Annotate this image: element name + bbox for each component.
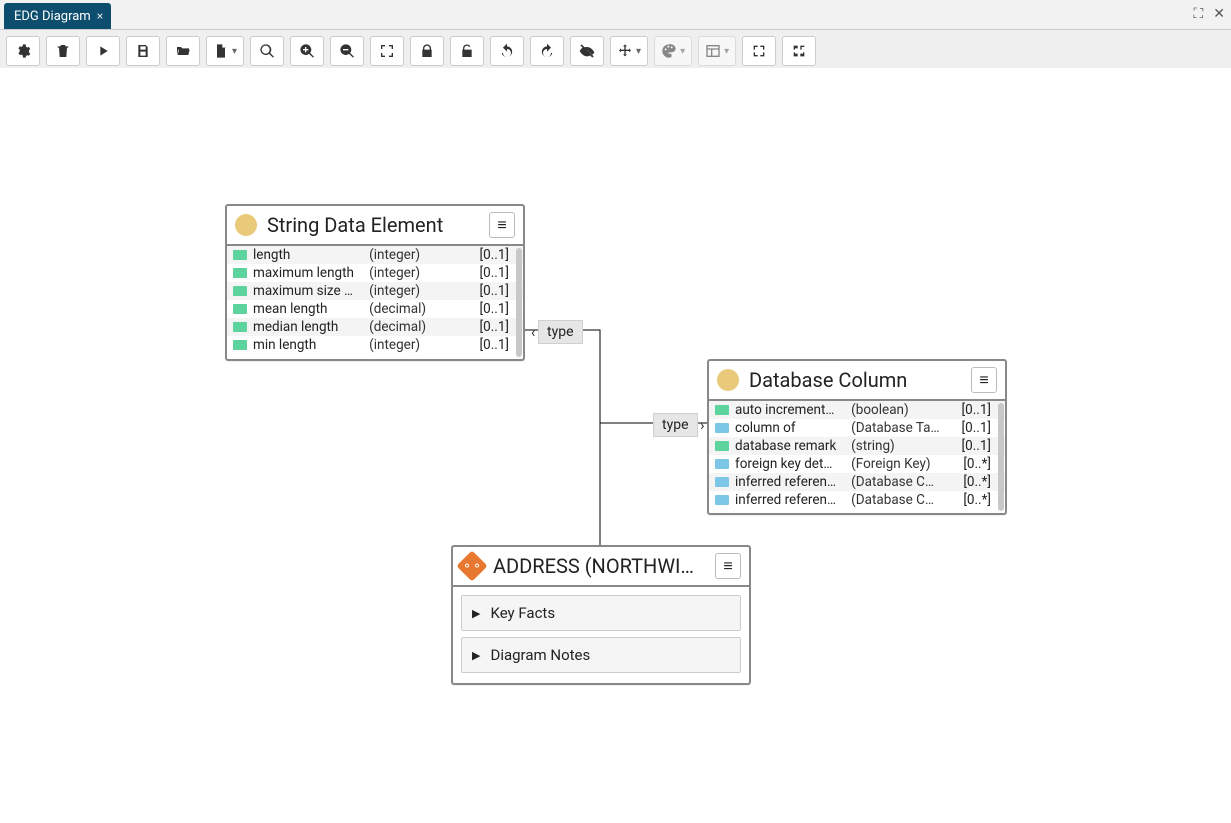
palette-button[interactable]: ▾: [654, 36, 692, 66]
tab-close-icon[interactable]: ×: [97, 9, 103, 23]
expand-icon: ▶: [472, 649, 480, 662]
arrow-right: ›: [700, 418, 704, 434]
property-row[interactable]: database remark(string)[0..1]: [709, 437, 1005, 455]
node-title: Database Column: [749, 368, 961, 392]
file-icon: [213, 43, 229, 59]
property-type-icon: [233, 250, 247, 260]
toolbar: ▾ ▾ ▾ ▾: [0, 30, 1231, 73]
property-type-icon: [233, 286, 247, 296]
tab-bar: EDG Diagram × ⛶ ✕: [0, 0, 1231, 30]
property-type-icon: [715, 459, 729, 469]
node-title: ADDRESS (NORTHWIN...: [493, 554, 705, 578]
property-row[interactable]: maximum size (...(integer)[0..1]: [227, 282, 523, 300]
class-icon: [235, 214, 257, 236]
compress-icon: [791, 43, 807, 59]
eye-off-icon: [579, 43, 595, 59]
fit-icon: [379, 43, 395, 59]
property-row[interactable]: column of(Database Table)[0..1]: [709, 419, 1005, 437]
instance-icon: ⚬⚬: [456, 550, 487, 581]
property-type-icon: [233, 304, 247, 314]
chevron-down-icon: ▾: [636, 46, 641, 57]
property-type-icon: [715, 477, 729, 487]
node-title: String Data Element: [267, 213, 479, 237]
move-icon: [617, 43, 633, 59]
property-row[interactable]: maximum length(integer)[0..1]: [227, 264, 523, 282]
unlock-button[interactable]: [450, 36, 484, 66]
gear-icon: [15, 43, 31, 59]
property-type-icon: [233, 340, 247, 350]
property-type-icon: [715, 405, 729, 415]
tab-title: EDG Diagram: [14, 9, 91, 24]
property-row[interactable]: inferred referenc...(Database Colu...[0.…: [709, 491, 1005, 509]
lock-icon: [419, 43, 435, 59]
chevron-down-icon: ▾: [232, 46, 237, 57]
delete-button[interactable]: [46, 36, 80, 66]
palette-icon: [661, 43, 677, 59]
compress-button[interactable]: [782, 36, 816, 66]
expand-icon: ▶: [472, 607, 480, 620]
expand-button[interactable]: [742, 36, 776, 66]
tab-edg-diagram[interactable]: EDG Diagram ×: [4, 3, 111, 29]
property-row[interactable]: min length(integer)[0..1]: [227, 336, 523, 354]
zoom-out-button[interactable]: [330, 36, 364, 66]
open-button[interactable]: [166, 36, 200, 66]
play-button[interactable]: [86, 36, 120, 66]
panel-maximize-icon[interactable]: ⛶: [1193, 6, 1203, 22]
folder-open-icon: [175, 43, 191, 59]
node-address[interactable]: ⚬⚬ ADDRESS (NORTHWIN... ≡ ▶ Key Facts ▶ …: [451, 545, 751, 685]
undo-icon: [499, 43, 515, 59]
chevron-down-icon: ▾: [724, 46, 729, 57]
node-database-column[interactable]: Database Column ≡ auto incremented(boole…: [707, 359, 1007, 515]
scrollbar[interactable]: [998, 403, 1004, 511]
property-row[interactable]: auto incremented(boolean)[0..1]: [709, 401, 1005, 419]
move-button[interactable]: ▾: [610, 36, 648, 66]
play-icon: [95, 43, 111, 59]
node-menu-button[interactable]: ≡: [715, 553, 741, 579]
property-row[interactable]: foreign key details(Foreign Key)[0..*]: [709, 455, 1005, 473]
property-type-icon: [715, 441, 729, 451]
expand-icon: [751, 43, 767, 59]
property-type-icon: [715, 423, 729, 433]
property-row[interactable]: inferred referenc...(Database Colu...[0.…: [709, 473, 1005, 491]
layout-button[interactable]: ▾: [698, 36, 736, 66]
property-type-icon: [233, 268, 247, 278]
property-row[interactable]: mean length(decimal)[0..1]: [227, 300, 523, 318]
redo-button[interactable]: [530, 36, 564, 66]
undo-button[interactable]: [490, 36, 524, 66]
property-row[interactable]: median length(decimal)[0..1]: [227, 318, 523, 336]
node-string-data-element[interactable]: String Data Element ≡ length(integer)[0.…: [225, 204, 525, 361]
node-menu-button[interactable]: ≡: [971, 367, 997, 393]
fit-button[interactable]: [370, 36, 404, 66]
lock-button[interactable]: [410, 36, 444, 66]
unlock-icon: [459, 43, 475, 59]
scrollbar[interactable]: [516, 248, 522, 357]
export-button[interactable]: ▾: [206, 36, 244, 66]
trash-icon: [55, 43, 71, 59]
section-diagram-notes[interactable]: ▶ Diagram Notes: [461, 637, 741, 673]
layout-icon: [705, 43, 721, 59]
zoom-in-button[interactable]: [290, 36, 324, 66]
redo-icon: [539, 43, 555, 59]
panel-close-icon[interactable]: ✕: [1213, 6, 1225, 22]
save-icon: [135, 43, 151, 59]
property-type-icon: [715, 495, 729, 505]
zoom-in-icon: [299, 43, 315, 59]
settings-button[interactable]: [6, 36, 40, 66]
edge-label-type-2: type ›: [653, 413, 698, 437]
save-button[interactable]: [126, 36, 160, 66]
property-type-icon: [233, 322, 247, 332]
chevron-down-icon: ▾: [680, 46, 685, 57]
hide-button[interactable]: [570, 36, 604, 66]
edge-label-type-1: ‹ type: [538, 320, 583, 344]
zoom-button[interactable]: [250, 36, 284, 66]
node-menu-button[interactable]: ≡: [489, 212, 515, 238]
search-icon: [259, 43, 275, 59]
zoom-out-icon: [339, 43, 355, 59]
edges-layer: [0, 68, 1231, 823]
class-icon: [717, 369, 739, 391]
diagram-canvas[interactable]: ‹ type type › String Data Element ≡ leng…: [0, 68, 1231, 823]
property-row[interactable]: length(integer)[0..1]: [227, 246, 523, 264]
section-key-facts[interactable]: ▶ Key Facts: [461, 595, 741, 631]
arrow-left: ‹: [531, 325, 535, 341]
